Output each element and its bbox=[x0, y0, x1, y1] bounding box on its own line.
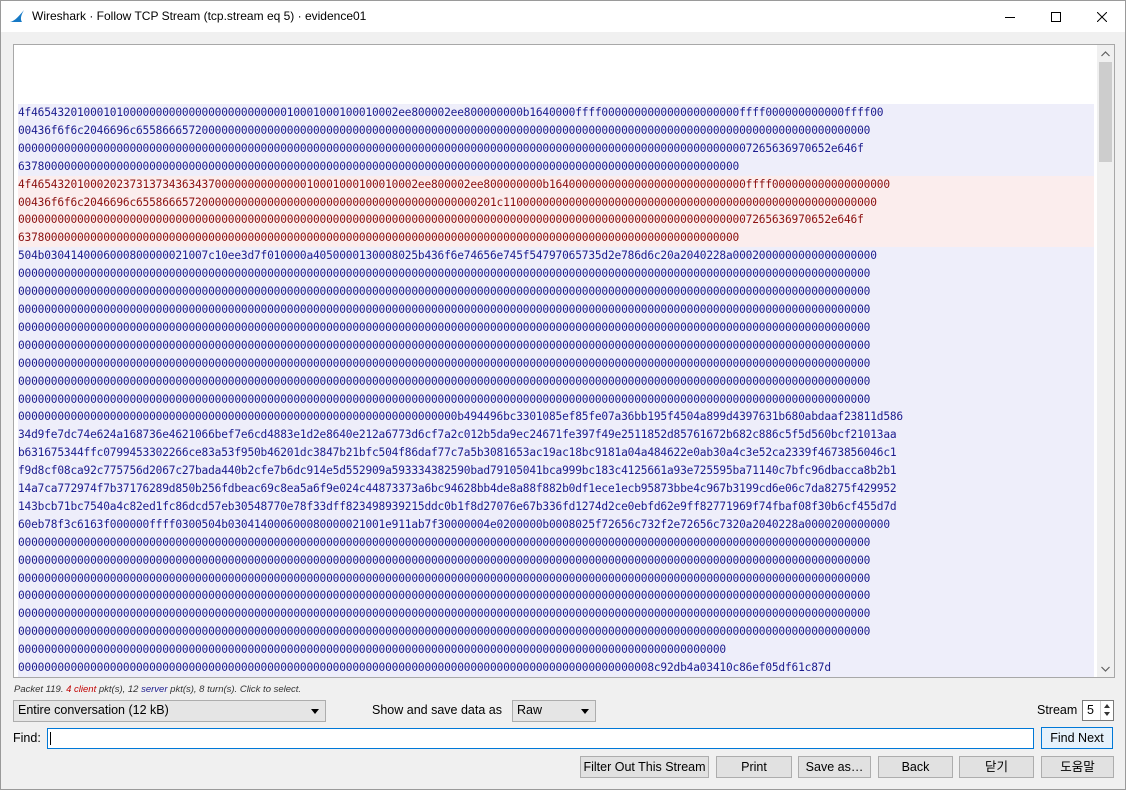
status-client-word: client bbox=[74, 684, 97, 695]
client-segment[interactable]: 504b0304140006000800000021007c10ee3d7f01… bbox=[18, 247, 1094, 660]
stream-line: 0000000000000000000000000000000000000000… bbox=[18, 320, 871, 334]
stream-number-label: Stream bbox=[1037, 703, 1078, 717]
follow-tcp-stream-window: Wireshark · Follow TCP Stream (tcp.strea… bbox=[0, 0, 1126, 790]
window-title: Wireshark · Follow TCP Stream (tcp.strea… bbox=[32, 9, 367, 23]
status-suffix: pkt(s), 8 turn(s). Click to select. bbox=[167, 684, 302, 695]
stream-line: 0000000000000000000000000000000000000000… bbox=[18, 589, 871, 603]
stream-line: 0000000000000000000000000000000000000000… bbox=[18, 553, 871, 567]
stream-line: 4f46543201000101000000000000000000000000… bbox=[18, 106, 884, 119]
stream-number-spinbox[interactable]: 5 bbox=[1082, 700, 1114, 721]
save-as-button[interactable]: Save as… bbox=[798, 756, 871, 778]
filter-out-stream-button[interactable]: Filter Out This Stream bbox=[580, 756, 709, 778]
stream-line: 0000000000000000000000000000000000000000… bbox=[18, 213, 864, 227]
stream-line: 37db0a22d2d9de48a17722eb038499ec01770ecc… bbox=[18, 677, 1094, 678]
stream-line: 0000000000000000000000000000000000000000… bbox=[18, 285, 871, 299]
stream-line: 0000000000000000000000000000000000000000… bbox=[18, 267, 871, 281]
chevron-down-icon bbox=[581, 709, 589, 714]
spin-down-icon[interactable] bbox=[1104, 712, 1110, 716]
stream-line: 504b0304140006000800000021007c10ee3d7f01… bbox=[18, 249, 877, 263]
conversation-select-value: Entire conversation (12 kB) bbox=[18, 703, 169, 717]
stream-line: f9d8cf08ca92c775756d2067c27bada440b2cfe7… bbox=[18, 464, 897, 478]
title-bar: Wireshark · Follow TCP Stream (tcp.strea… bbox=[1, 1, 1125, 32]
scroll-down-arrow[interactable] bbox=[1097, 660, 1114, 677]
stream-line: 0000000000000000000000000000000000000000… bbox=[18, 643, 726, 657]
stream-line: 0000000000000000000000000000000000000000… bbox=[18, 535, 871, 549]
status-server-word: server bbox=[141, 684, 168, 695]
client-segment[interactable]: 4f46543201000101000000000000000000000000… bbox=[18, 104, 1094, 176]
minimize-icon bbox=[1005, 12, 1015, 22]
status-prefix: Packet 119. bbox=[14, 684, 67, 695]
back-button[interactable]: Back bbox=[878, 756, 953, 778]
show-save-label: Show and save data as bbox=[372, 703, 502, 717]
stream-line: 0000000000000000000000000000000000000000… bbox=[18, 374, 871, 388]
text-caret bbox=[50, 732, 51, 745]
stream-line: 0000000000000000000000000000000000000000… bbox=[18, 356, 871, 370]
close-icon bbox=[1097, 11, 1107, 22]
stream-line: 34d9fe7dc74e624a168736e4621066bef7e6cd48… bbox=[18, 428, 897, 442]
spin-up-icon[interactable] bbox=[1104, 704, 1110, 708]
stream-line: 143bcb71bc7540a4c82ed1fc86dcd57eb3054877… bbox=[18, 499, 897, 513]
stream-line: 0000000000000000000000000000000000000000… bbox=[18, 302, 871, 316]
stream-line: 60eb78f3c6163f000000ffff0300504b03041400… bbox=[18, 517, 890, 531]
stream-line: 0000000000000000000000000000000000000000… bbox=[18, 661, 831, 675]
close-window-button[interactable] bbox=[1079, 1, 1125, 32]
stream-line: 6378000000000000000000000000000000000000… bbox=[18, 159, 740, 173]
status-middle: pkt(s), 12 bbox=[96, 684, 142, 695]
stream-line: 00436f6f6c2046696c6558666572000000000000… bbox=[18, 123, 871, 137]
stream-line: 0000000000000000000000000000000000000000… bbox=[18, 571, 871, 585]
print-button[interactable]: Print bbox=[716, 756, 792, 778]
maximize-button[interactable] bbox=[1033, 1, 1079, 32]
find-input[interactable] bbox=[47, 728, 1034, 749]
conversation-select[interactable]: Entire conversation (12 kB) bbox=[13, 700, 326, 722]
stream-line: 00436f6f6c2046696c6558666572000000000000… bbox=[18, 195, 877, 209]
data-format-select[interactable]: Raw bbox=[512, 700, 596, 722]
chevron-down-icon bbox=[311, 709, 319, 714]
stream-line: 0000000000000000000000000000000000000000… bbox=[18, 410, 903, 424]
stream-line: 0000000000000000000000000000000000000000… bbox=[18, 392, 871, 406]
stream-status-line[interactable]: Packet 119. 4 client pkt(s), 12 server p… bbox=[14, 684, 301, 695]
close-button[interactable]: 닫기 bbox=[959, 756, 1034, 778]
stream-line: b631675344ffc0799453302266ce83a53f950b46… bbox=[18, 446, 897, 460]
find-label: Find: bbox=[13, 731, 41, 745]
client-segment[interactable]: 0000000000000000000000000000000000000000… bbox=[18, 659, 1094, 678]
stream-line: 4f46543201000202373137343634370000000000… bbox=[18, 177, 890, 191]
stream-content-view[interactable]: 4f46543201000101000000000000000000000000… bbox=[13, 44, 1115, 678]
status-client-count: 4 bbox=[66, 684, 72, 695]
stream-text[interactable]: 4f46543201000101000000000000000000000000… bbox=[18, 104, 1094, 678]
stream-line: 14a7ca772974f7b37176289d850b256fdbeac69c… bbox=[18, 482, 897, 496]
stream-line: 0000000000000000000000000000000000000000… bbox=[18, 625, 871, 639]
stream-line: 6378000000000000000000000000000000000000… bbox=[18, 231, 740, 245]
scroll-thumb[interactable] bbox=[1099, 62, 1112, 162]
server-segment[interactable]: 4f46543201000202373137343634370000000000… bbox=[18, 175, 1094, 248]
minimize-button[interactable] bbox=[987, 1, 1033, 32]
vertical-scrollbar[interactable] bbox=[1097, 45, 1114, 677]
find-next-button[interactable]: Find Next bbox=[1041, 727, 1113, 749]
spin-buttons[interactable] bbox=[1100, 701, 1113, 720]
wireshark-fin-icon bbox=[9, 8, 25, 24]
stream-line: 0000000000000000000000000000000000000000… bbox=[18, 607, 871, 621]
scroll-up-arrow[interactable] bbox=[1097, 45, 1114, 62]
maximize-icon bbox=[1051, 11, 1061, 22]
stream-line: 0000000000000000000000000000000000000000… bbox=[18, 141, 864, 155]
stream-number-value: 5 bbox=[1087, 703, 1094, 717]
stream-line: 0000000000000000000000000000000000000000… bbox=[18, 338, 871, 352]
help-button[interactable]: 도움말 bbox=[1041, 756, 1114, 778]
data-format-value: Raw bbox=[517, 703, 543, 717]
